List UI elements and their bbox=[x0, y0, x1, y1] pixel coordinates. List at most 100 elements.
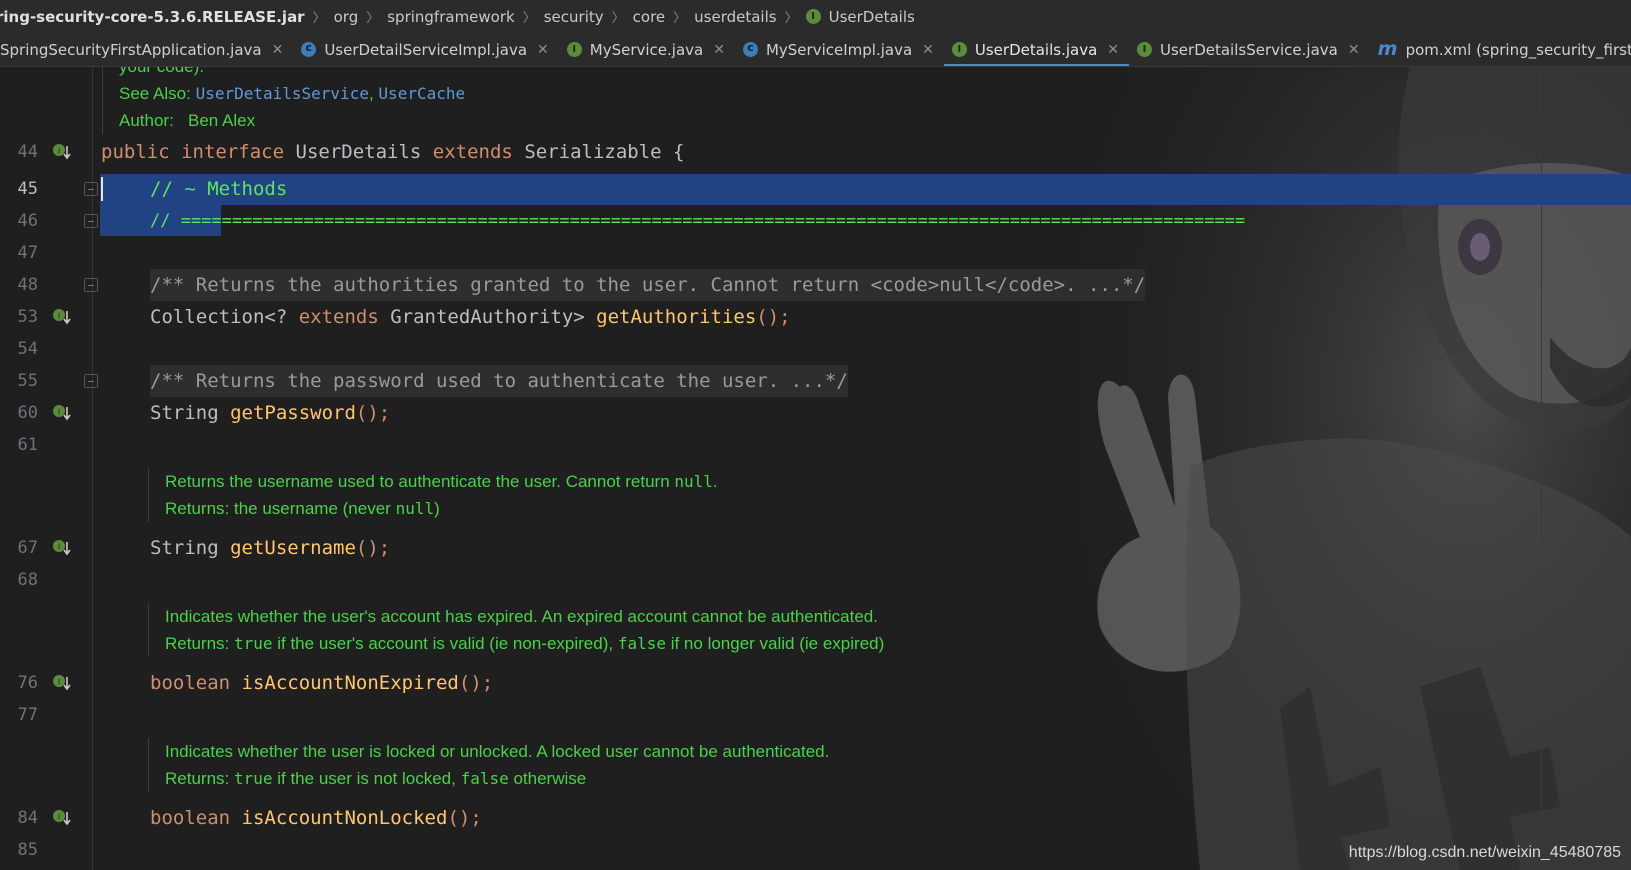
breadcrumb: ring-security-core-5.3.6.RELEASE.jar 〉 o… bbox=[0, 0, 1631, 33]
line-number: 77 bbox=[17, 705, 38, 725]
interface-icon bbox=[805, 9, 821, 24]
class-icon bbox=[742, 41, 758, 57]
line-number: 85 bbox=[17, 840, 38, 860]
code-line: 61 bbox=[0, 429, 1631, 461]
chevron-right-icon: 〉 bbox=[366, 11, 380, 26]
code-line: 77 bbox=[0, 699, 1631, 731]
close-icon[interactable]: ✕ bbox=[713, 42, 725, 58]
tab-springsecurityfirstapplication[interactable]: SpringSecurityFirstApplication.java ✕ bbox=[0, 33, 293, 66]
maven-icon: m bbox=[1377, 38, 1398, 60]
interface-icon bbox=[1137, 42, 1153, 57]
code-line: 53 I Collection<? extends GrantedAuthori… bbox=[0, 301, 1631, 333]
code-line: 76 I boolean isAccountNonExpired(); bbox=[0, 667, 1631, 699]
implemented-down-icon[interactable]: I bbox=[52, 673, 72, 693]
breadcrumb-security[interactable]: security bbox=[540, 8, 608, 26]
tab-userdetails[interactable]: UserDetails.java ✕ bbox=[943, 33, 1130, 66]
chevron-right-icon: 〉 bbox=[522, 11, 536, 26]
collapsed-javadoc[interactable]: /** Returns the password used to authent… bbox=[150, 365, 848, 397]
tab-myserviceimpl[interactable]: MyServiceImpl.java ✕ bbox=[735, 33, 944, 66]
code-line: 54 bbox=[0, 333, 1631, 365]
code-editor[interactable]: your code). See Also: UserDetailsService… bbox=[0, 67, 1631, 870]
close-icon[interactable]: ✕ bbox=[537, 42, 549, 58]
line-number: 55 bbox=[17, 371, 38, 391]
line-number: 47 bbox=[17, 243, 38, 263]
code-line: 67 I String getUsername(); bbox=[0, 532, 1631, 564]
svg-text:I: I bbox=[58, 678, 60, 687]
line-number: 44 bbox=[17, 142, 38, 162]
close-icon[interactable]: ✕ bbox=[272, 42, 284, 58]
expand-icon[interactable] bbox=[84, 374, 98, 388]
line-number: 84 bbox=[17, 808, 38, 828]
close-icon[interactable]: ✕ bbox=[922, 42, 934, 58]
breadcrumb-userdetails-class[interactable]: UserDetails bbox=[825, 8, 919, 26]
breadcrumb-userdetails[interactable]: userdetails bbox=[690, 8, 780, 26]
tab-label: pom.xml (spring_security_first) bbox=[1405, 40, 1631, 59]
code-line: 60 I String getPassword(); bbox=[0, 397, 1631, 429]
code-line: 84 I boolean isAccountNonLocked(); bbox=[0, 802, 1631, 834]
code-line: 48 /** Returns the authorities granted t… bbox=[0, 269, 1631, 301]
doc-cut-line: your code). bbox=[119, 67, 465, 80]
breadcrumb-springframework[interactable]: springframework bbox=[383, 8, 518, 26]
editor-tabs: SpringSecurityFirstApplication.java ✕ Us… bbox=[0, 33, 1631, 67]
implemented-down-icon[interactable]: I bbox=[52, 538, 72, 558]
chevron-right-icon: 〉 bbox=[673, 11, 687, 26]
javadoc-rendered-getusername: Returns the username used to authenticat… bbox=[148, 468, 718, 522]
tab-label: MyServiceImpl.java bbox=[765, 40, 913, 59]
svg-text:I: I bbox=[58, 147, 60, 156]
implemented-down-icon[interactable]: I bbox=[52, 808, 72, 828]
implemented-down-icon[interactable]: I bbox=[52, 403, 72, 423]
doc-link-usercache[interactable]: UserCache bbox=[378, 84, 465, 103]
doc-see-also: See Also: UserDetailsService, UserCache bbox=[119, 84, 466, 103]
interface-icon bbox=[951, 42, 967, 57]
line-number: 68 bbox=[17, 570, 38, 590]
fold-icon[interactable] bbox=[84, 214, 98, 228]
tab-myservice[interactable]: MyService.java ✕ bbox=[559, 33, 735, 66]
expand-icon[interactable] bbox=[84, 278, 98, 292]
line-number: 60 bbox=[17, 403, 38, 423]
svg-text:I: I bbox=[58, 813, 60, 822]
tab-pom-xml[interactable]: m pom.xml (spring_security_first) ✕ bbox=[1370, 33, 1631, 66]
line-number: 76 bbox=[17, 673, 38, 693]
javadoc-rendered-isaccountnonlocked: Indicates whether the user is locked or … bbox=[148, 738, 829, 792]
line-number: 61 bbox=[17, 435, 38, 455]
tab-userdetailsservice[interactable]: UserDetailsService.java ✕ bbox=[1129, 33, 1370, 66]
tab-label: UserDetailsService.java bbox=[1160, 40, 1338, 59]
code-line: 46 // ==================================… bbox=[0, 205, 1631, 237]
tab-label: MyService.java bbox=[589, 40, 704, 59]
line-number: 54 bbox=[17, 339, 38, 359]
code-line: 47 bbox=[0, 237, 1631, 269]
breadcrumb-jar[interactable]: ring-security-core-5.3.6.RELEASE.jar bbox=[0, 8, 309, 26]
fold-icon[interactable] bbox=[84, 182, 98, 196]
watermark-url: https://blog.csdn.net/weixin_45480785 bbox=[1348, 844, 1621, 861]
collapsed-javadoc[interactable]: /** Returns the authorities granted to t… bbox=[150, 269, 1146, 301]
implemented-down-icon[interactable]: I bbox=[52, 307, 72, 327]
svg-text:I: I bbox=[58, 408, 60, 417]
code-line: 45 // ~ Methods bbox=[0, 173, 1631, 205]
code-line: 68 bbox=[0, 564, 1631, 596]
javadoc-rendered-isaccountnonexpired: Indicates whether the user's account has… bbox=[148, 603, 884, 657]
code-line: 44 I public interface UserDetails extend… bbox=[0, 136, 1631, 168]
doc-author: Author: Ben Alex bbox=[119, 111, 256, 130]
code-line: 55 /** Returns the password used to auth… bbox=[0, 365, 1631, 397]
implemented-down-icon[interactable]: I bbox=[52, 142, 72, 162]
tab-label: SpringSecurityFirstApplication.java bbox=[0, 40, 262, 59]
line-number: 48 bbox=[17, 275, 38, 295]
chevron-right-icon: 〉 bbox=[312, 11, 326, 26]
tab-userdetailserviceimpl[interactable]: UserDetailServiceImpl.java ✕ bbox=[293, 33, 558, 66]
class-icon bbox=[301, 41, 317, 57]
tab-label: UserDetails.java bbox=[974, 40, 1098, 59]
svg-text:I: I bbox=[58, 312, 60, 321]
close-icon[interactable]: ✕ bbox=[1107, 42, 1119, 58]
line-number: 67 bbox=[17, 538, 38, 558]
breadcrumb-core[interactable]: core bbox=[629, 8, 670, 26]
chevron-right-icon: 〉 bbox=[784, 11, 798, 26]
tab-label: UserDetailServiceImpl.java bbox=[324, 40, 528, 59]
doc-link-userdetailsservice[interactable]: UserDetailsService bbox=[196, 84, 369, 103]
line-number: 46 bbox=[17, 211, 38, 231]
breadcrumb-org[interactable]: org bbox=[330, 8, 363, 26]
close-icon[interactable]: ✕ bbox=[1348, 42, 1360, 58]
interface-icon bbox=[566, 42, 582, 57]
chevron-right-icon: 〉 bbox=[611, 11, 625, 26]
line-number: 53 bbox=[17, 307, 38, 327]
svg-text:I: I bbox=[58, 543, 60, 552]
